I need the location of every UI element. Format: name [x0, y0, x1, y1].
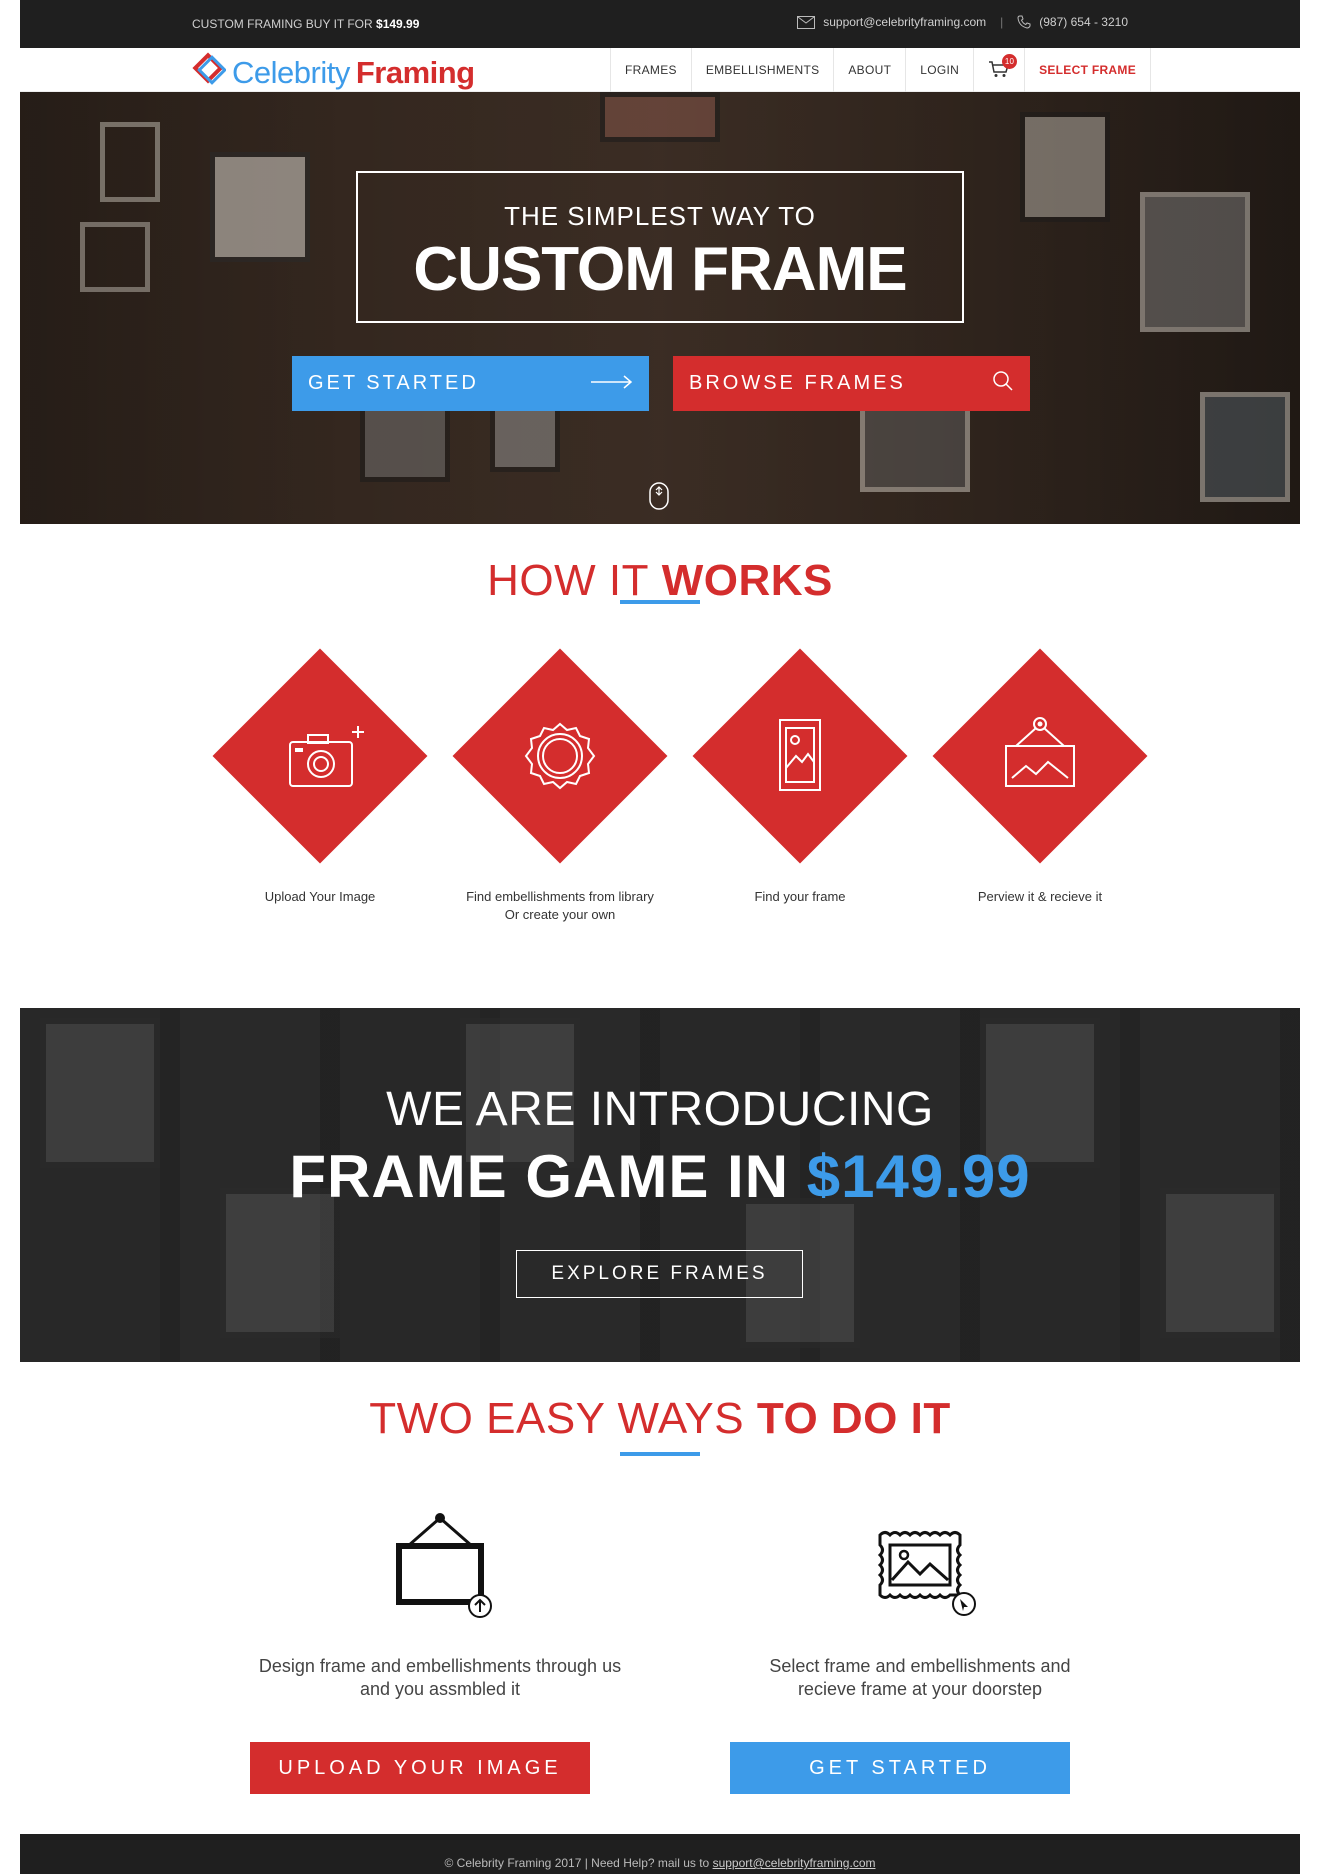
phone-icon — [1017, 15, 1031, 29]
step-caption: Find embellishments from library Or crea… — [466, 889, 654, 922]
way-description: Select frame and embellishments and reci… — [769, 1656, 1071, 1699]
contact-separator: | — [1000, 15, 1004, 29]
brand-name-second: Framing — [355, 55, 475, 90]
hero-browse-frames-button[interactable]: BROWSE FRAMES — [673, 356, 1030, 411]
hero-get-started-button[interactable]: GET STARTED — [292, 356, 649, 411]
way-design-yourself: Design frame and embellishments through … — [240, 1510, 640, 1701]
hero-browse-label: BROWSE FRAMES — [689, 372, 906, 394]
ways-get-started-button[interactable]: GET STARTED — [730, 1742, 1070, 1794]
stamp-picture-click-icon — [860, 1531, 980, 1624]
nav-menu: FRAMES EMBELLISHMENTS ABOUT LOGIN 10 SEL… — [610, 48, 1151, 92]
footer-support-email-link[interactable]: support@celebrityframing.com — [713, 1856, 876, 1870]
hero-title: CUSTOM FRAME — [413, 235, 907, 304]
scroll-down-mouse-icon[interactable] — [649, 482, 669, 515]
select-frame-link[interactable]: SELECT FRAME — [1024, 48, 1151, 92]
explore-frames-button[interactable]: EXPLORE FRAMES — [516, 1250, 803, 1298]
step-find-embellishments: Find embellishments from library Or crea… — [450, 648, 670, 924]
bg-frame — [1020, 112, 1110, 222]
main-navbar: Celebrity Framing FRAMES EMBELLISHMENTS … — [20, 48, 1300, 92]
bg-frame — [1160, 1188, 1280, 1338]
how-title-underline — [620, 600, 700, 604]
arrow-right-icon — [591, 372, 633, 395]
promo-price: $149.99 — [376, 17, 420, 31]
upload-your-image-button[interactable]: UPLOAD YOUR IMAGE — [250, 1742, 590, 1794]
cart-button[interactable]: 10 — [973, 48, 1024, 92]
brand-name-first: Celebrity — [232, 55, 350, 90]
support-email-link[interactable]: support@celebrityframing.com — [823, 15, 986, 29]
phone-number[interactable]: (987) 654 - 3210 — [1039, 15, 1128, 29]
bg-frame — [490, 402, 560, 472]
hero-subtitle: THE SIMPLEST WAY TO — [504, 201, 816, 231]
step-find-frame: Find your frame — [690, 648, 910, 906]
two-ways-title: TWO EASY WAYS TO DO IT — [369, 1394, 951, 1443]
mail-icon — [797, 15, 816, 29]
brand-logo[interactable]: Celebrity Framing — [192, 52, 475, 94]
hero-get-started-label: GET STARTED — [308, 372, 479, 394]
promo-text: CUSTOM FRAMING BUY IT FOR $149.99 — [192, 17, 420, 31]
bg-frame — [210, 152, 310, 262]
bg-frame — [1200, 392, 1290, 502]
step-caption: Upload Your Image — [264, 889, 376, 904]
footer-copyright: © Celebrity Framing 2017 | Need Help? ma… — [444, 1856, 710, 1870]
top-bar: CUSTOM FRAMING BUY IT FOR $149.99 suppor… — [20, 0, 1300, 48]
banner-line-2: FRAME GAME IN $149.99 — [20, 1142, 1300, 1198]
bg-frame — [80, 222, 150, 292]
way-select-delivered: Select frame and embellishments and reci… — [720, 1510, 1120, 1701]
cart-count-badge: 10 — [1002, 54, 1018, 69]
hanging-frame-upload-icon — [380, 1513, 500, 1624]
promo-banner: WE ARE INTRODUCING FRAME GAME IN $149.99… — [20, 1008, 1300, 1362]
hero-headline-box: THE SIMPLEST WAY TO CUSTOM FRAME — [356, 171, 964, 323]
contact-info: support@celebrityframing.com | (987) 654… — [797, 15, 1128, 29]
nav-item-frames[interactable]: FRAMES — [610, 48, 691, 92]
banner-line-1: WE ARE INTRODUCING — [386, 1083, 934, 1136]
banner-price: $149.99 — [806, 1143, 1031, 1198]
step-caption: Perview it & recieve it — [977, 889, 1103, 904]
bg-frame — [100, 122, 160, 202]
search-icon — [992, 370, 1014, 398]
way-description: Design frame and embellishments through … — [258, 1656, 622, 1699]
footer: © Celebrity Framing 2017 | Need Help? ma… — [20, 1834, 1300, 1874]
bg-frame — [1140, 192, 1250, 332]
step-caption: Find your frame — [754, 889, 846, 904]
step-preview-receive: Perview it & recieve it — [930, 648, 1150, 906]
logo-mark-icon — [192, 52, 227, 94]
two-ways-title-underline — [620, 1452, 700, 1456]
bg-frame — [220, 1188, 340, 1338]
nav-item-login[interactable]: LOGIN — [905, 48, 973, 92]
nav-item-about[interactable]: ABOUT — [833, 48, 905, 92]
how-it-works-title: HOW IT WORKS — [487, 556, 833, 604]
bg-frame — [600, 92, 720, 142]
step-upload-image: Upload Your Image — [210, 648, 430, 906]
nav-item-embellishments[interactable]: EMBELLISHMENTS — [690, 48, 834, 92]
hero-section: THE SIMPLEST WAY TO CUSTOM FRAME GET STA… — [20, 92, 1300, 524]
